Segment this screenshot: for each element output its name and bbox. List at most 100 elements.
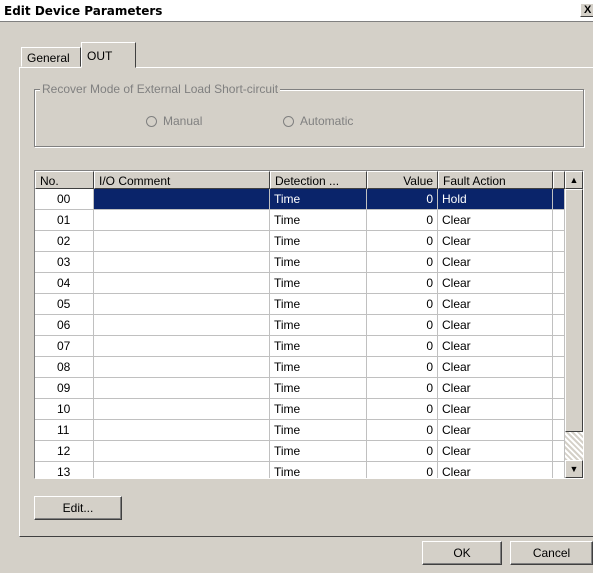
column-header-fault-action[interactable]: Fault Action [438,171,553,189]
cell-io-comment[interactable] [94,252,270,273]
cell-detection[interactable]: Time [270,294,367,315]
table-row[interactable]: 12 Time 0 Clear [35,441,565,462]
cell-value[interactable]: 0 [367,420,438,441]
cell-no[interactable]: 08 [35,357,94,378]
table-row[interactable]: 05 Time 0 Clear [35,294,565,315]
edit-button[interactable]: Edit... [34,496,122,520]
cell-fault-action[interactable]: Hold [438,189,553,210]
table-row[interactable]: 04 Time 0 Clear [35,273,565,294]
cell-detection[interactable]: Time [270,462,367,478]
cell-no[interactable]: 02 [35,231,94,252]
cell-io-comment[interactable] [94,294,270,315]
cell-no[interactable]: 07 [35,336,94,357]
cell-value[interactable]: 0 [367,189,438,210]
cell-value[interactable]: 0 [367,462,438,478]
cell-no[interactable]: 06 [35,315,94,336]
cell-detection[interactable]: Time [270,231,367,252]
table-row[interactable]: 01 Time 0 Clear [35,210,565,231]
table-row[interactable]: 08 Time 0 Clear [35,357,565,378]
cell-io-comment[interactable] [94,378,270,399]
cell-fault-action[interactable]: Clear [438,420,553,441]
cell-io-comment[interactable] [94,336,270,357]
cell-detection[interactable]: Time [270,378,367,399]
cell-detection[interactable]: Time [270,210,367,231]
tab-general[interactable]: General [21,47,81,67]
table-row[interactable]: 09 Time 0 Clear [35,378,565,399]
scroll-up-icon[interactable]: ▲ [565,171,583,189]
cell-io-comment[interactable] [94,273,270,294]
table-row[interactable]: 13 Time 0 Clear [35,462,565,478]
cell-value[interactable]: 0 [367,441,438,462]
cell-detection[interactable]: Time [270,357,367,378]
cell-io-comment[interactable] [94,231,270,252]
cell-detection[interactable]: Time [270,189,367,210]
table-row[interactable]: 03 Time 0 Clear [35,252,565,273]
cell-io-comment[interactable] [94,399,270,420]
cell-io-comment[interactable] [94,462,270,478]
cell-value[interactable]: 0 [367,231,438,252]
cell-no[interactable]: 09 [35,378,94,399]
cell-no[interactable]: 04 [35,273,94,294]
table-row[interactable]: 00 Time 0 Hold [35,189,565,210]
cell-fault-action[interactable]: Clear [438,399,553,420]
cell-no[interactable]: 10 [35,399,94,420]
cell-detection[interactable]: Time [270,399,367,420]
cell-no[interactable]: 01 [35,210,94,231]
close-button[interactable]: X [580,3,593,17]
cell-value[interactable]: 0 [367,315,438,336]
cell-fault-action[interactable]: Clear [438,294,553,315]
cell-fault-action[interactable]: Clear [438,273,553,294]
cell-value[interactable]: 0 [367,252,438,273]
cell-detection[interactable]: Time [270,420,367,441]
cell-fault-action[interactable]: Clear [438,231,553,252]
cell-value[interactable]: 0 [367,294,438,315]
cell-fault-action[interactable]: Clear [438,441,553,462]
cell-value[interactable]: 0 [367,357,438,378]
cell-io-comment[interactable] [94,420,270,441]
cell-detection[interactable]: Time [270,315,367,336]
cell-no[interactable]: 00 [35,189,94,210]
cell-detection[interactable]: Time [270,336,367,357]
cell-io-comment[interactable] [94,315,270,336]
radio-manual[interactable]: Manual [146,114,202,128]
scroll-track[interactable] [565,432,583,460]
cell-io-comment[interactable] [94,189,270,210]
cell-io-comment[interactable] [94,441,270,462]
table-row[interactable]: 06 Time 0 Clear [35,315,565,336]
scroll-thumb[interactable] [565,189,583,432]
cell-value[interactable]: 0 [367,399,438,420]
cell-value[interactable]: 0 [367,378,438,399]
cell-no[interactable]: 11 [35,420,94,441]
column-header-no[interactable]: No. [35,171,94,189]
table-row[interactable]: 07 Time 0 Clear [35,336,565,357]
cell-detection[interactable]: Time [270,273,367,294]
cell-fault-action[interactable]: Clear [438,357,553,378]
cell-io-comment[interactable] [94,357,270,378]
ok-button[interactable]: OK [422,541,502,565]
cell-fault-action[interactable]: Clear [438,210,553,231]
column-header-detection[interactable]: Detection ... [270,171,367,189]
cell-value[interactable]: 0 [367,336,438,357]
cell-fault-action[interactable]: Clear [438,252,553,273]
column-header-value[interactable]: Value [367,171,438,189]
table-row[interactable]: 11 Time 0 Clear [35,420,565,441]
cell-fault-action[interactable]: Clear [438,378,553,399]
table-row[interactable]: 10 Time 0 Clear [35,399,565,420]
cell-fault-action[interactable]: Clear [438,336,553,357]
tab-out[interactable]: OUT [81,42,136,68]
cell-no[interactable]: 13 [35,462,94,478]
cell-value[interactable]: 0 [367,210,438,231]
vertical-scrollbar[interactable]: ▲ ▼ [565,171,583,478]
cell-no[interactable]: 03 [35,252,94,273]
cell-fault-action[interactable]: Clear [438,462,553,478]
cell-detection[interactable]: Time [270,441,367,462]
radio-automatic[interactable]: Automatic [283,114,353,128]
cell-detection[interactable]: Time [270,252,367,273]
cell-fault-action[interactable]: Clear [438,315,553,336]
cell-io-comment[interactable] [94,210,270,231]
cell-value[interactable]: 0 [367,273,438,294]
scroll-down-icon[interactable]: ▼ [565,460,583,478]
cell-no[interactable]: 05 [35,294,94,315]
column-header-io-comment[interactable]: I/O Comment [94,171,270,189]
table-row[interactable]: 02 Time 0 Clear [35,231,565,252]
